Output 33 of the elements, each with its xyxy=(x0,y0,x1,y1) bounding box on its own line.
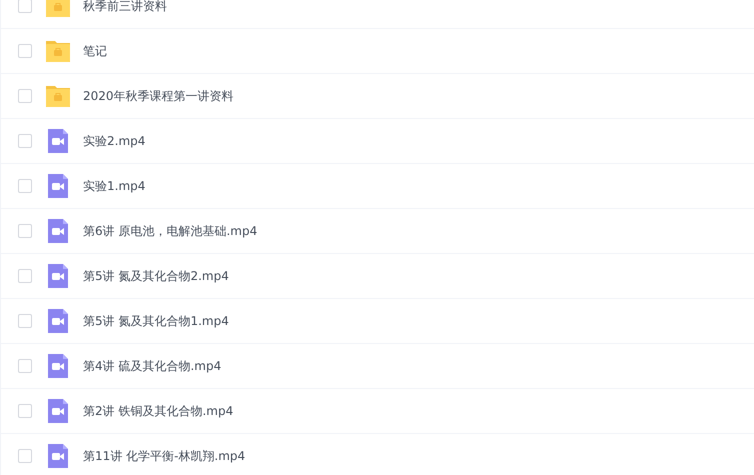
checkbox[interactable] xyxy=(18,449,32,463)
video-file-icon xyxy=(45,443,71,469)
checkbox[interactable] xyxy=(18,0,32,13)
checkbox[interactable] xyxy=(18,134,32,148)
file-name[interactable]: 秋季前三讲资料 xyxy=(83,0,167,15)
video-file-icon xyxy=(45,218,71,244)
checkbox[interactable] xyxy=(18,359,32,373)
folder-icon xyxy=(45,83,71,109)
folder-icon xyxy=(45,0,71,19)
checkbox[interactable] xyxy=(18,89,32,103)
file-name[interactable]: 第4讲 硫及其化合物.mp4 xyxy=(83,357,222,375)
file-name[interactable]: 实验1.mp4 xyxy=(83,177,146,195)
file-name[interactable]: 第6讲 原电池，电解池基础.mp4 xyxy=(83,222,258,240)
file-name[interactable]: 2020年秋季课程第一讲资料 xyxy=(83,87,234,105)
checkbox[interactable] xyxy=(18,179,32,193)
file-name[interactable]: 实验2.mp4 xyxy=(83,132,146,150)
checkbox[interactable] xyxy=(18,404,32,418)
video-file-icon xyxy=(45,398,71,424)
file-name[interactable]: 笔记 xyxy=(83,42,107,60)
folder-icon xyxy=(45,38,71,64)
video-file-icon xyxy=(45,353,71,379)
video-file-icon xyxy=(45,263,71,289)
video-file-icon xyxy=(45,308,71,334)
checkbox[interactable] xyxy=(18,44,32,58)
checkbox[interactable] xyxy=(18,314,32,328)
file-name[interactable]: 第5讲 氮及其化合物1.mp4 xyxy=(83,312,229,330)
checkbox[interactable] xyxy=(18,224,32,238)
file-name[interactable]: 第11讲 化学平衡-林凯翔.mp4 xyxy=(83,447,246,465)
video-file-icon xyxy=(45,173,71,199)
video-file-icon xyxy=(45,128,71,154)
file-name[interactable]: 第5讲 氮及其化合物2.mp4 xyxy=(83,267,229,285)
checkbox[interactable] xyxy=(18,269,32,283)
file-name[interactable]: 第2讲 铁铜及其化合物.mp4 xyxy=(83,402,234,420)
